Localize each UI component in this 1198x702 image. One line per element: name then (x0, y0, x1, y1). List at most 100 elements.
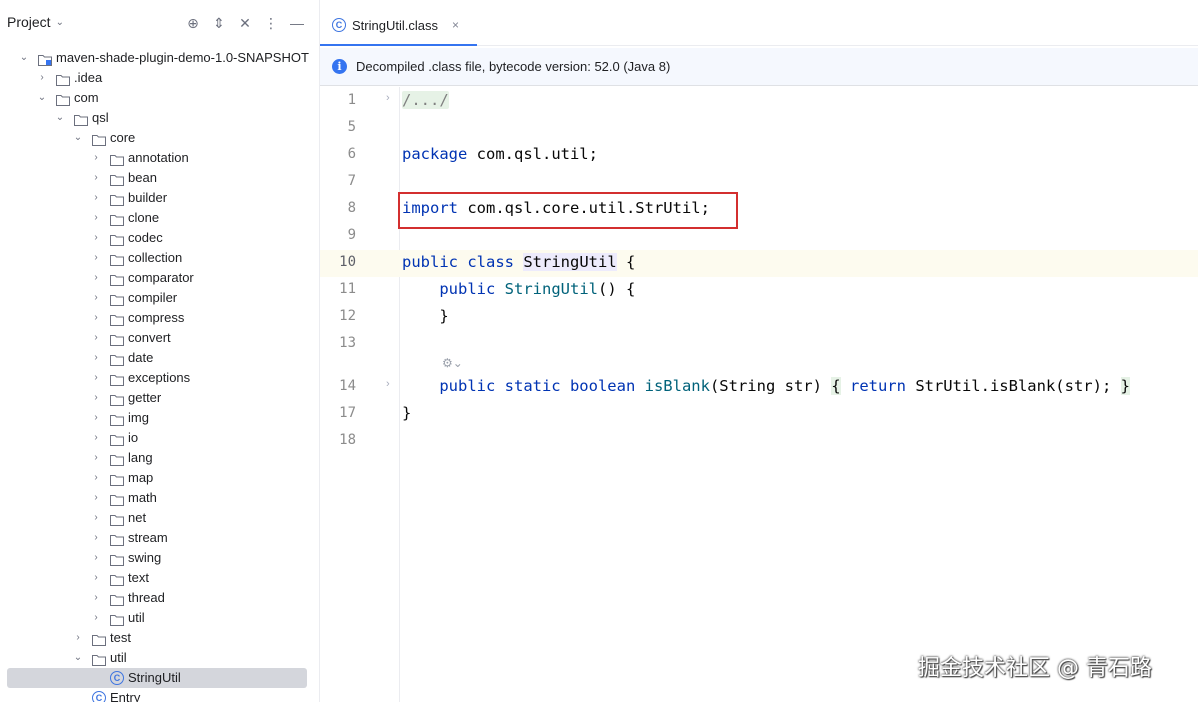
options-icon[interactable]: ⋮ (262, 14, 280, 32)
expand-all-icon[interactable]: ⇕ (210, 14, 228, 32)
chevron-right-icon[interactable]: › (91, 208, 101, 228)
chevron-right-icon[interactable]: › (91, 288, 101, 308)
code-line[interactable]: 18 (320, 428, 1198, 455)
chevron-right-icon[interactable]: › (91, 468, 101, 488)
tree-item[interactable]: › getter (0, 388, 319, 408)
code-line[interactable]: 13 (320, 331, 1198, 358)
chevron-right-icon[interactable]: › (73, 628, 83, 648)
chevron-right-icon[interactable]: › (91, 568, 101, 588)
tree-item[interactable]: › clone (0, 208, 319, 228)
tree-item-label: core (110, 130, 136, 145)
tree-item[interactable]: › bean (0, 168, 319, 188)
chevron-right-icon[interactable]: › (91, 388, 101, 408)
collapse-all-icon[interactable]: ✕ (236, 14, 254, 32)
chevron-right-icon[interactable]: › (91, 308, 101, 328)
tree-item[interactable]: › thread (0, 588, 319, 608)
tree-item[interactable]: › codec (0, 228, 319, 248)
tree-item[interactable]: ⌄ qsl (0, 108, 319, 128)
chevron-right-icon[interactable]: › (91, 348, 101, 368)
code-line[interactable]: 11 public StringUtil() { (320, 277, 1198, 304)
chevron-down-icon[interactable]: ⌄ (55, 108, 65, 128)
tree-item[interactable]: › compiler (0, 288, 319, 308)
project-view-selector[interactable]: Project ⌄ (7, 14, 64, 30)
tree-item[interactable]: › compress (0, 308, 319, 328)
tree-item-label: compiler (128, 290, 178, 305)
chevron-down-icon[interactable]: ⌄ (73, 648, 83, 668)
chevron-right-icon[interactable]: › (91, 508, 101, 528)
close-icon[interactable]: × (452, 18, 459, 32)
hide-icon[interactable]: — (288, 14, 306, 32)
chevron-right-icon[interactable]: › (91, 328, 101, 348)
tree-item[interactable]: › collection (0, 248, 319, 268)
tree-item[interactable]: › comparator (0, 268, 319, 288)
chevron-down-icon[interactable]: ⌄ (37, 88, 47, 108)
constructor-name[interactable]: StringUtil (505, 280, 598, 298)
folded-comment[interactable]: /.../ (402, 91, 449, 109)
chevron-right-icon[interactable]: › (37, 68, 47, 88)
chevron-right-icon[interactable]: › (91, 188, 101, 208)
tree-item[interactable]: › annotation (0, 148, 319, 168)
chevron-right-icon[interactable]: › (91, 248, 101, 268)
tree-item-label: text (128, 570, 149, 585)
chevron-right-icon[interactable]: › (91, 148, 101, 168)
chevron-right-icon[interactable]: › (91, 448, 101, 468)
folded-open-brace[interactable]: { (831, 377, 841, 395)
chevron-right-icon[interactable]: › (91, 168, 101, 188)
tree-item[interactable]: › net (0, 508, 319, 528)
tree-item[interactable]: › convert (0, 328, 319, 348)
tree-item[interactable]: › exceptions (0, 368, 319, 388)
tree-item[interactable]: › date (0, 348, 319, 368)
folded-close-brace[interactable]: } (1120, 377, 1130, 395)
code-line[interactable]: 1 › /.../ (320, 88, 1198, 115)
tree-item[interactable]: C StringUtil (0, 668, 319, 688)
locate-icon[interactable]: ⊕ (184, 14, 202, 32)
chevron-right-icon[interactable]: › (91, 588, 101, 608)
tree-item[interactable]: › builder (0, 188, 319, 208)
tree-item[interactable]: › util (0, 608, 319, 628)
tree-item[interactable]: › io (0, 428, 319, 448)
tree-item[interactable]: › swing (0, 548, 319, 568)
code-line[interactable]: 17 } (320, 401, 1198, 428)
tree-item[interactable]: › math (0, 488, 319, 508)
chevron-right-icon[interactable]: › (91, 228, 101, 248)
tree-item-label: map (128, 470, 154, 485)
chevron-down-icon[interactable]: ⌄ (19, 48, 29, 68)
chevron-right-icon[interactable]: › (91, 548, 101, 568)
chevron-right-icon[interactable]: › (91, 368, 101, 388)
tree-item-label: annotation (128, 150, 189, 165)
ai-assistant-icon[interactable]: ⚙⌄ (442, 356, 463, 370)
tree-item[interactable]: ⌄ util (0, 648, 319, 668)
folder-icon (110, 152, 124, 166)
chevron-right-icon[interactable]: › (91, 428, 101, 448)
method-name[interactable]: isBlank (645, 377, 710, 395)
tree-item[interactable]: › lang (0, 448, 319, 468)
tree-item[interactable]: ⌄ maven-shade-plugin-demo-1.0-SNAPSHOT (0, 48, 319, 68)
chevron-right-icon[interactable]: › (91, 268, 101, 288)
chevron-right-icon[interactable]: › (91, 488, 101, 508)
tab-stringutil-class[interactable]: C StringUtil.class × (320, 6, 477, 46)
folder-icon (110, 272, 124, 286)
code-line[interactable]: 5 (320, 115, 1198, 142)
fold-expand-icon[interactable]: › (386, 92, 390, 104)
chevron-right-icon[interactable]: › (91, 528, 101, 548)
tree-item[interactable]: › .idea (0, 68, 319, 88)
line-number: 10 (339, 254, 356, 270)
class-name[interactable]: StringUtil (523, 253, 617, 271)
tree-item[interactable]: › test (0, 628, 319, 648)
tree-item[interactable]: › img (0, 408, 319, 428)
code-line[interactable]: 6 package com.qsl.util; (320, 142, 1198, 169)
chevron-right-icon[interactable]: › (91, 408, 101, 428)
chevron-right-icon[interactable]: › (91, 608, 101, 628)
tree-item[interactable]: ⌄ core (0, 128, 319, 148)
code-line-current[interactable]: 10 public class StringUtil { (320, 250, 1198, 277)
tree-item[interactable]: ⌄ com (0, 88, 319, 108)
tree-item[interactable]: › text (0, 568, 319, 588)
code-line[interactable]: 14 › public static boolean isBlank(Strin… (320, 374, 1198, 401)
code-line[interactable]: 12 } (320, 304, 1198, 331)
tree-item-label: io (128, 430, 139, 445)
tree-item[interactable]: › map (0, 468, 319, 488)
fold-expand-icon[interactable]: › (386, 378, 390, 390)
chevron-down-icon[interactable]: ⌄ (73, 128, 83, 148)
tree-item[interactable]: C Entry (0, 688, 319, 702)
tree-item[interactable]: › stream (0, 528, 319, 548)
